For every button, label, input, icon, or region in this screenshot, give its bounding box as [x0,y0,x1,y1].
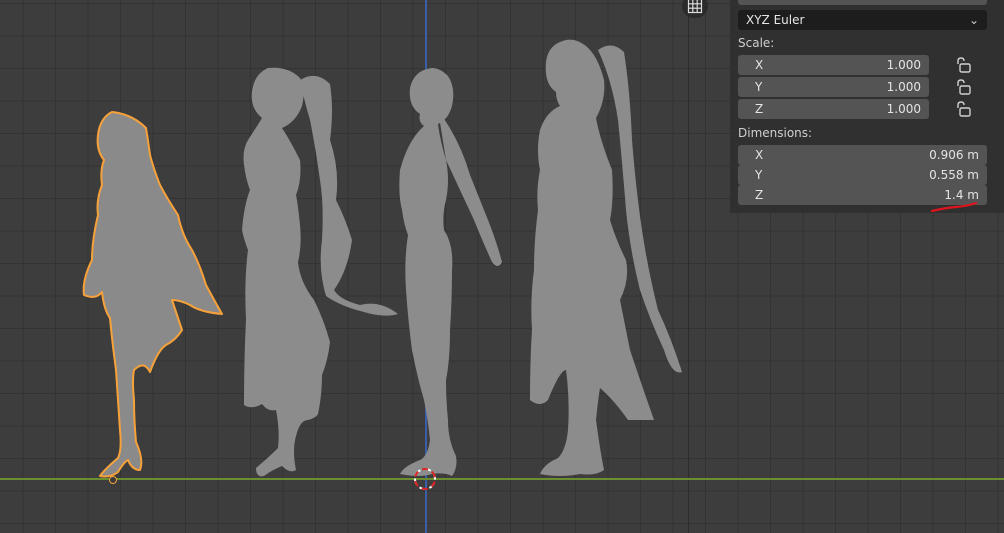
character-model-2[interactable] [242,67,398,477]
origin-dot-icon [109,476,117,484]
scale-x-axis: X [755,58,764,72]
scale-label: Scale: [738,36,775,50]
lock-icon[interactable] [954,79,972,95]
transform-panel: XYZ Euler ⌄ Scale: X 1.000 Y 1.000 Z 1.0… [730,0,1004,213]
previous-field[interactable] [738,0,987,5]
dimensions-x-axis: X [755,148,764,162]
scale-x-field[interactable]: X 1.000 [738,55,929,75]
scale-z-value: 1.000 [886,102,921,116]
dimensions-y-axis: Y [755,168,763,182]
scale-z-axis: Z [755,102,764,116]
rotation-mode-dropdown[interactable]: XYZ Euler ⌄ [738,10,987,30]
scale-z-field[interactable]: Z 1.000 [738,99,929,119]
character-model-3[interactable] [399,68,502,476]
scale-y-axis: Y [755,80,763,94]
scale-x-value: 1.000 [886,58,921,72]
dimensions-x-value: 0.906 m [929,148,979,162]
lock-icon[interactable] [954,101,972,117]
red-underline-annotation [930,201,978,213]
dimensions-x-field[interactable]: X 0.906 m [738,145,987,165]
chevron-down-icon: ⌄ [968,13,979,27]
scale-y-field[interactable]: Y 1.000 [738,77,929,97]
character-model-4[interactable] [530,39,682,476]
dimensions-label: Dimensions: [738,126,813,140]
character-model-selected[interactable] [82,111,223,478]
dimensions-z-axis: Z [755,188,764,202]
dimensions-y-value: 0.558 m [929,168,979,182]
lock-icon[interactable] [954,57,972,73]
rotation-mode-value: XYZ Euler [746,13,805,27]
dimensions-y-field[interactable]: Y 0.558 m [738,165,987,185]
3d-cursor-icon[interactable] [414,468,436,490]
scale-y-value: 1.000 [886,80,921,94]
